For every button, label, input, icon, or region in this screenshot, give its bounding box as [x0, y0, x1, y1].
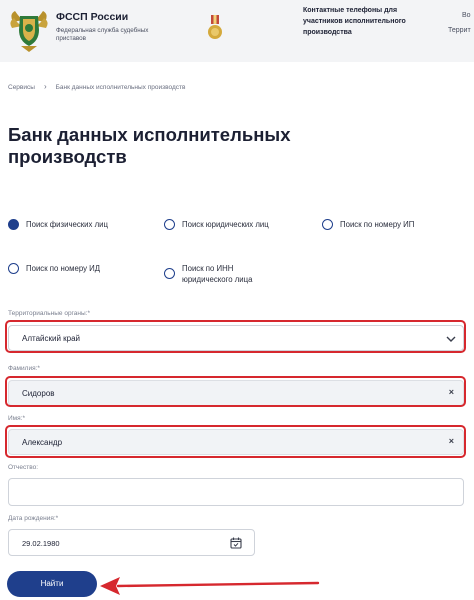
- lastname-value: Сидоров: [22, 389, 55, 398]
- header-link-cut-2[interactable]: Террит: [448, 27, 471, 34]
- contacts-link[interactable]: Контактные телефоны для участников испол…: [303, 5, 408, 38]
- fssp-emblem-icon[interactable]: [9, 8, 49, 54]
- radio-label: Поиск по номеру ИД: [26, 264, 101, 273]
- patronymic-label: Отчество:: [8, 464, 39, 471]
- breadcrumb-services[interactable]: Сервисы: [8, 84, 35, 91]
- site-header: ФССП России Федеральная служба судебных …: [0, 0, 474, 62]
- red-arrow-annotation: [100, 577, 320, 595]
- firstname-value: Александр: [22, 438, 63, 447]
- radio-circle[interactable]: [8, 263, 19, 274]
- region-label: Территориальные органы:*: [8, 310, 90, 317]
- brand-subtitle: Федеральная служба судебных приставов: [56, 27, 149, 42]
- radio-circle-checked[interactable]: [8, 219, 19, 230]
- region-select-value: Алтайский край: [22, 334, 81, 343]
- birthdate-value: 29.02.1980: [22, 539, 60, 548]
- firstname-label: Имя:*: [8, 415, 25, 422]
- breadcrumb-current: Банк данных исполнительных производств: [55, 84, 186, 91]
- radio-circle[interactable]: [164, 268, 175, 279]
- brand-title[interactable]: ФССП России: [56, 11, 128, 23]
- birthdate-field[interactable]: 29.02.1980: [8, 529, 255, 556]
- radio-label: Поиск по ИНН юридического лица: [182, 264, 253, 284]
- calendar-icon[interactable]: [230, 537, 242, 549]
- breadcrumb: Сервисы › Банк данных исполнительных произ…: [8, 82, 185, 91]
- radio-id-number[interactable]: Поиск по номеру ИД: [8, 263, 100, 274]
- patronymic-field[interactable]: [8, 478, 464, 506]
- radio-label: Поиск по номеру ИП: [340, 220, 415, 229]
- clear-icon[interactable]: ×: [449, 387, 454, 397]
- header-link-cut-1[interactable]: Во: [462, 12, 471, 19]
- radio-ip-number[interactable]: Поиск по номеру ИП: [322, 219, 414, 230]
- region-select[interactable]: Алтайский край: [8, 325, 464, 351]
- radio-inn[interactable]: Поиск по ИНН юридического лица: [164, 263, 282, 285]
- radio-legal-entities[interactable]: Поиск юридических лиц: [164, 219, 269, 230]
- radio-circle[interactable]: [164, 219, 175, 230]
- clear-icon[interactable]: ×: [449, 436, 454, 446]
- radio-circle[interactable]: [322, 219, 333, 230]
- lastname-label: Фамилия:*: [8, 365, 40, 372]
- radio-label: Поиск физических лиц: [26, 220, 108, 229]
- page-title: Банк данных исполнительных производств: [8, 124, 291, 167]
- birthdate-label: Дата рождения:*: [8, 515, 59, 522]
- lastname-field[interactable]: Сидоров ×: [8, 380, 464, 406]
- find-button[interactable]: Найти: [7, 571, 97, 597]
- radio-individuals[interactable]: Поиск физических лиц: [8, 219, 108, 230]
- breadcrumb-separator: ›: [43, 82, 47, 91]
- radio-label: Поиск юридических лиц: [182, 220, 269, 229]
- medal-icon: [208, 15, 222, 39]
- firstname-field[interactable]: Александр ×: [8, 429, 464, 455]
- chevron-down-icon[interactable]: [445, 333, 457, 345]
